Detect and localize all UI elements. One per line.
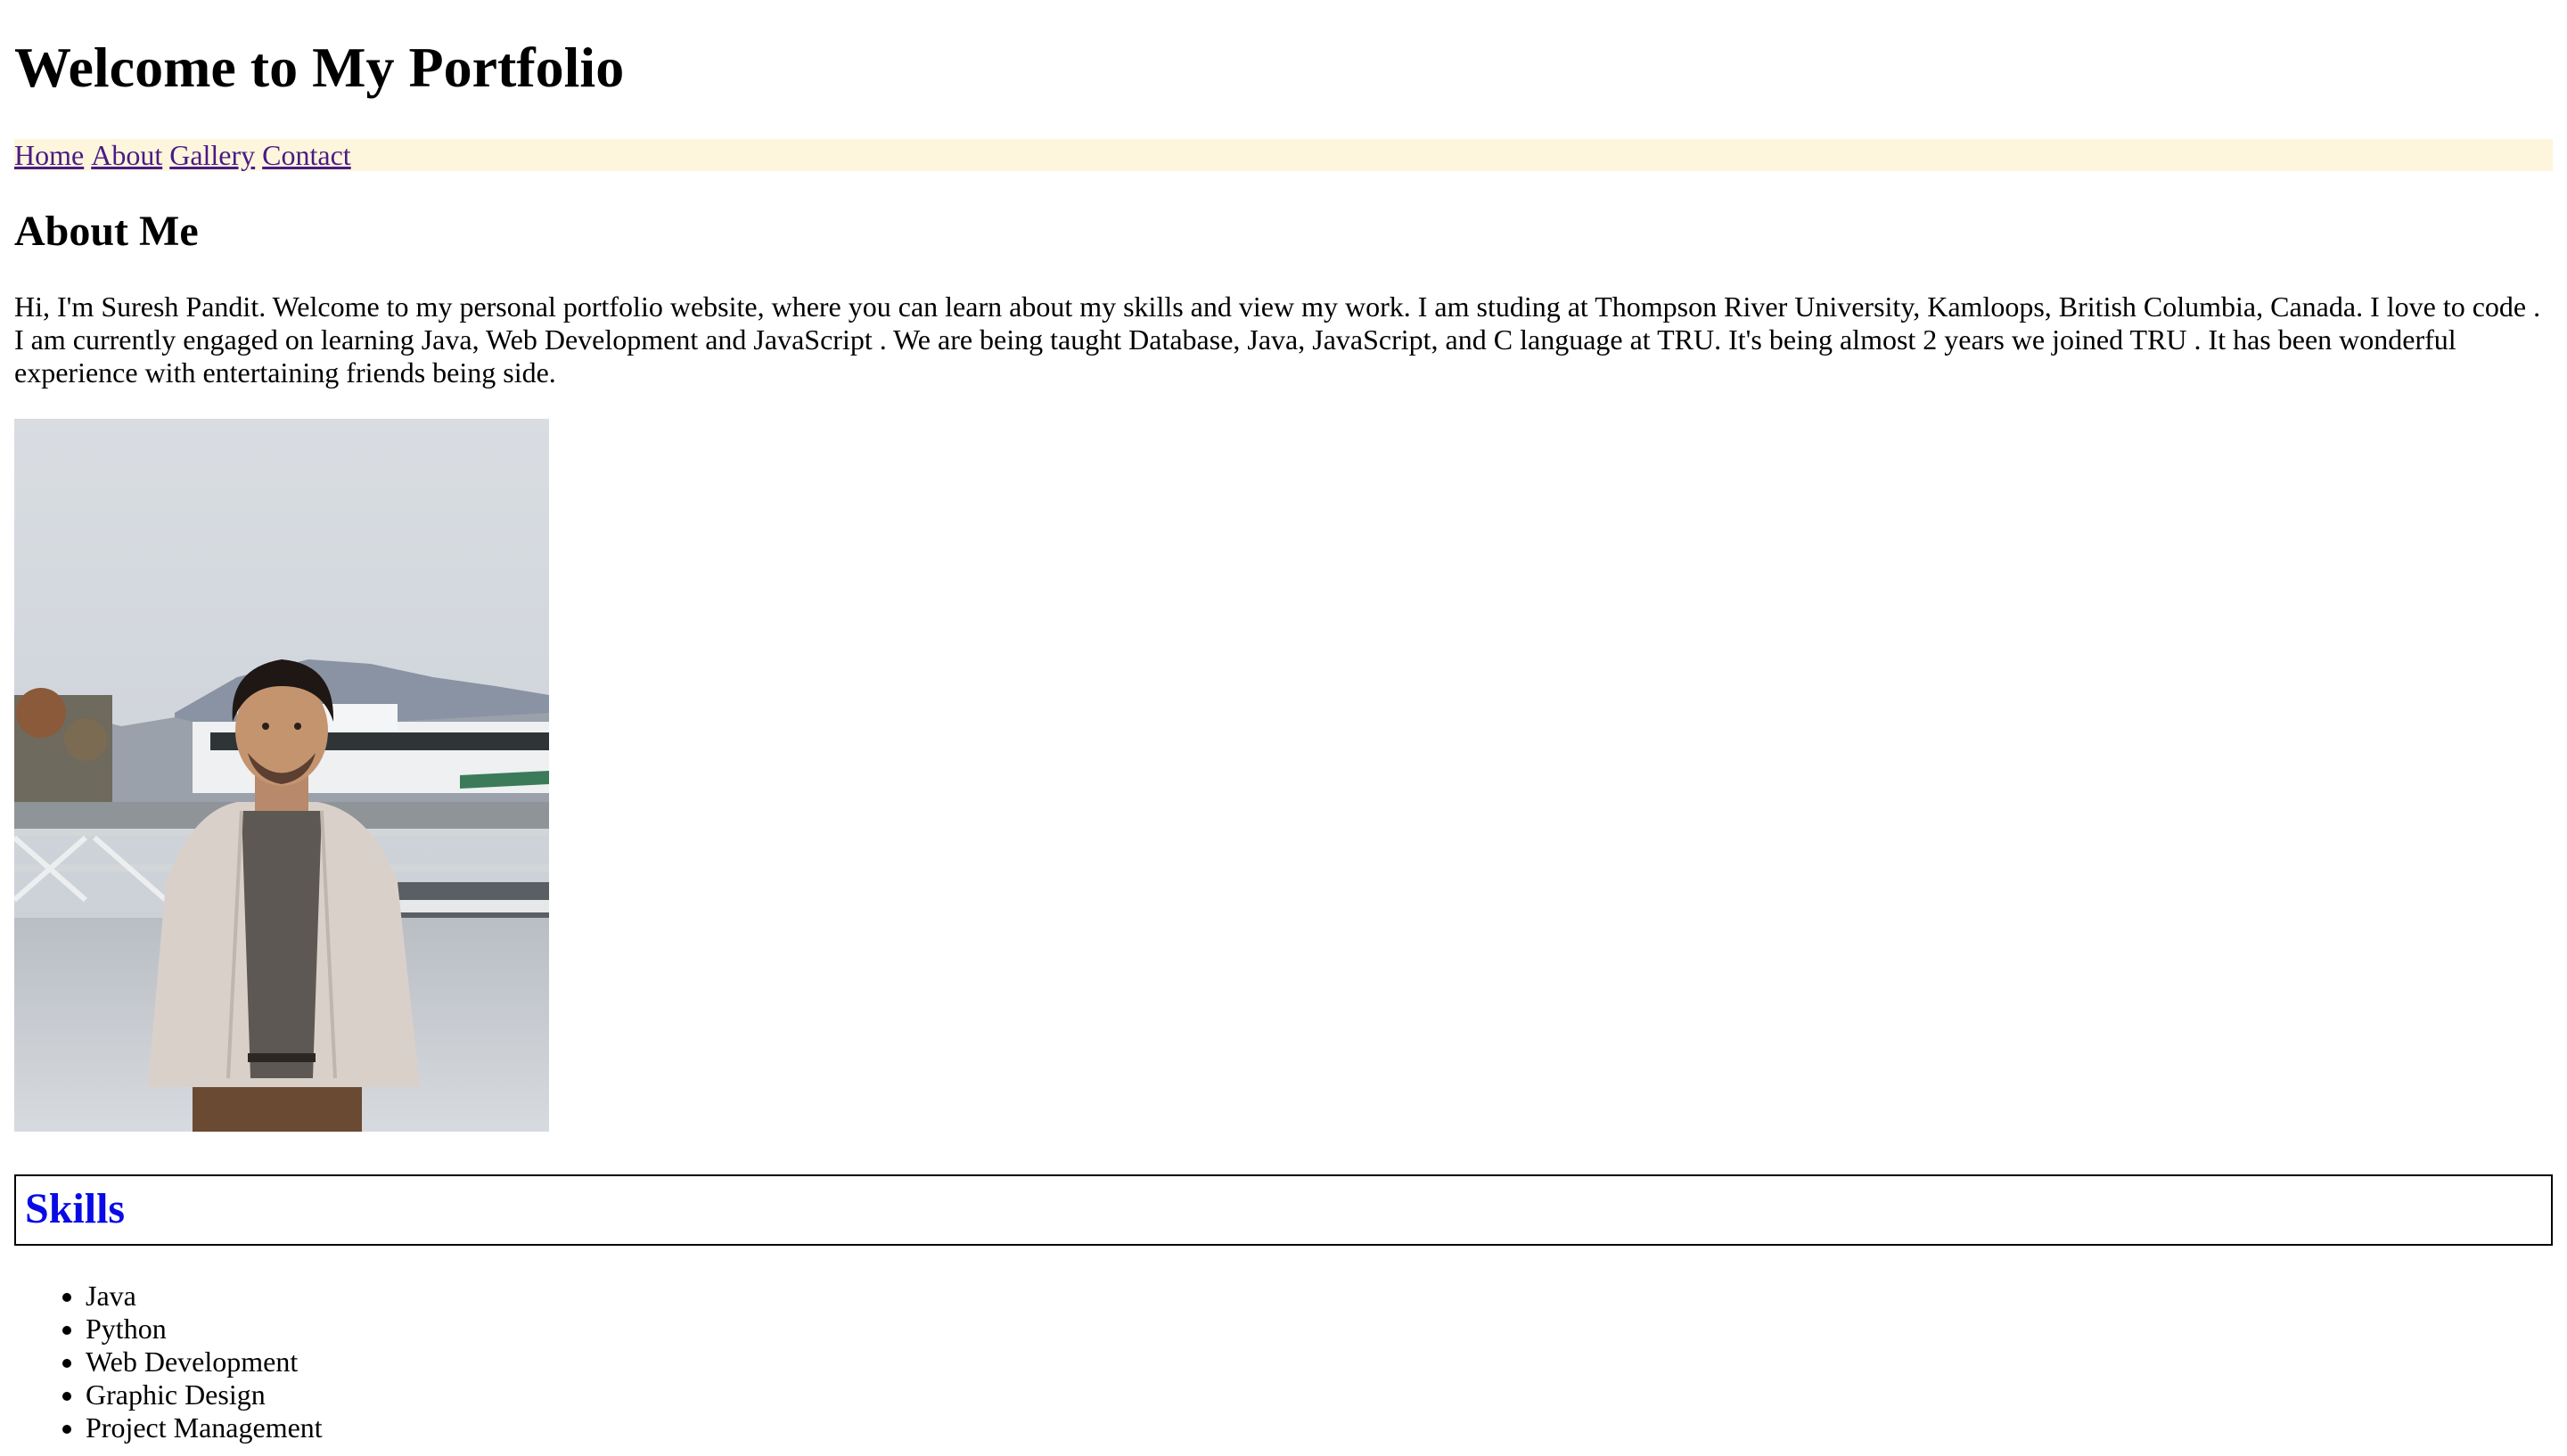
- nav-link-home[interactable]: Home: [14, 139, 84, 171]
- skill-item: Java: [86, 1280, 323, 1313]
- about-bio: Hi, I'm Suresh Pandit. Welcome to my per…: [14, 290, 2541, 389]
- skill-item: Project Management: [86, 1411, 323, 1444]
- skills-section-header: Skills: [14, 1174, 2553, 1246]
- nav-link-contact[interactable]: Contact: [262, 139, 351, 171]
- profile-photo-image: [14, 419, 549, 1132]
- skill-item: Web Development: [86, 1346, 323, 1378]
- skills-list: Java Python Web Development Graphic Desi…: [14, 1280, 323, 1444]
- nav-link-about[interactable]: About: [91, 139, 162, 171]
- profile-photo: [14, 419, 549, 1132]
- nav-link-gallery[interactable]: Gallery: [169, 139, 255, 171]
- skill-item: Graphic Design: [86, 1378, 323, 1411]
- skill-item: Python: [86, 1313, 323, 1346]
- nav-bar: Home About Gallery Contact: [14, 139, 2553, 171]
- about-heading: About Me: [14, 208, 199, 255]
- skills-heading: Skills: [25, 1185, 126, 1232]
- page-title: Welcome to My Portfolio: [14, 36, 625, 99]
